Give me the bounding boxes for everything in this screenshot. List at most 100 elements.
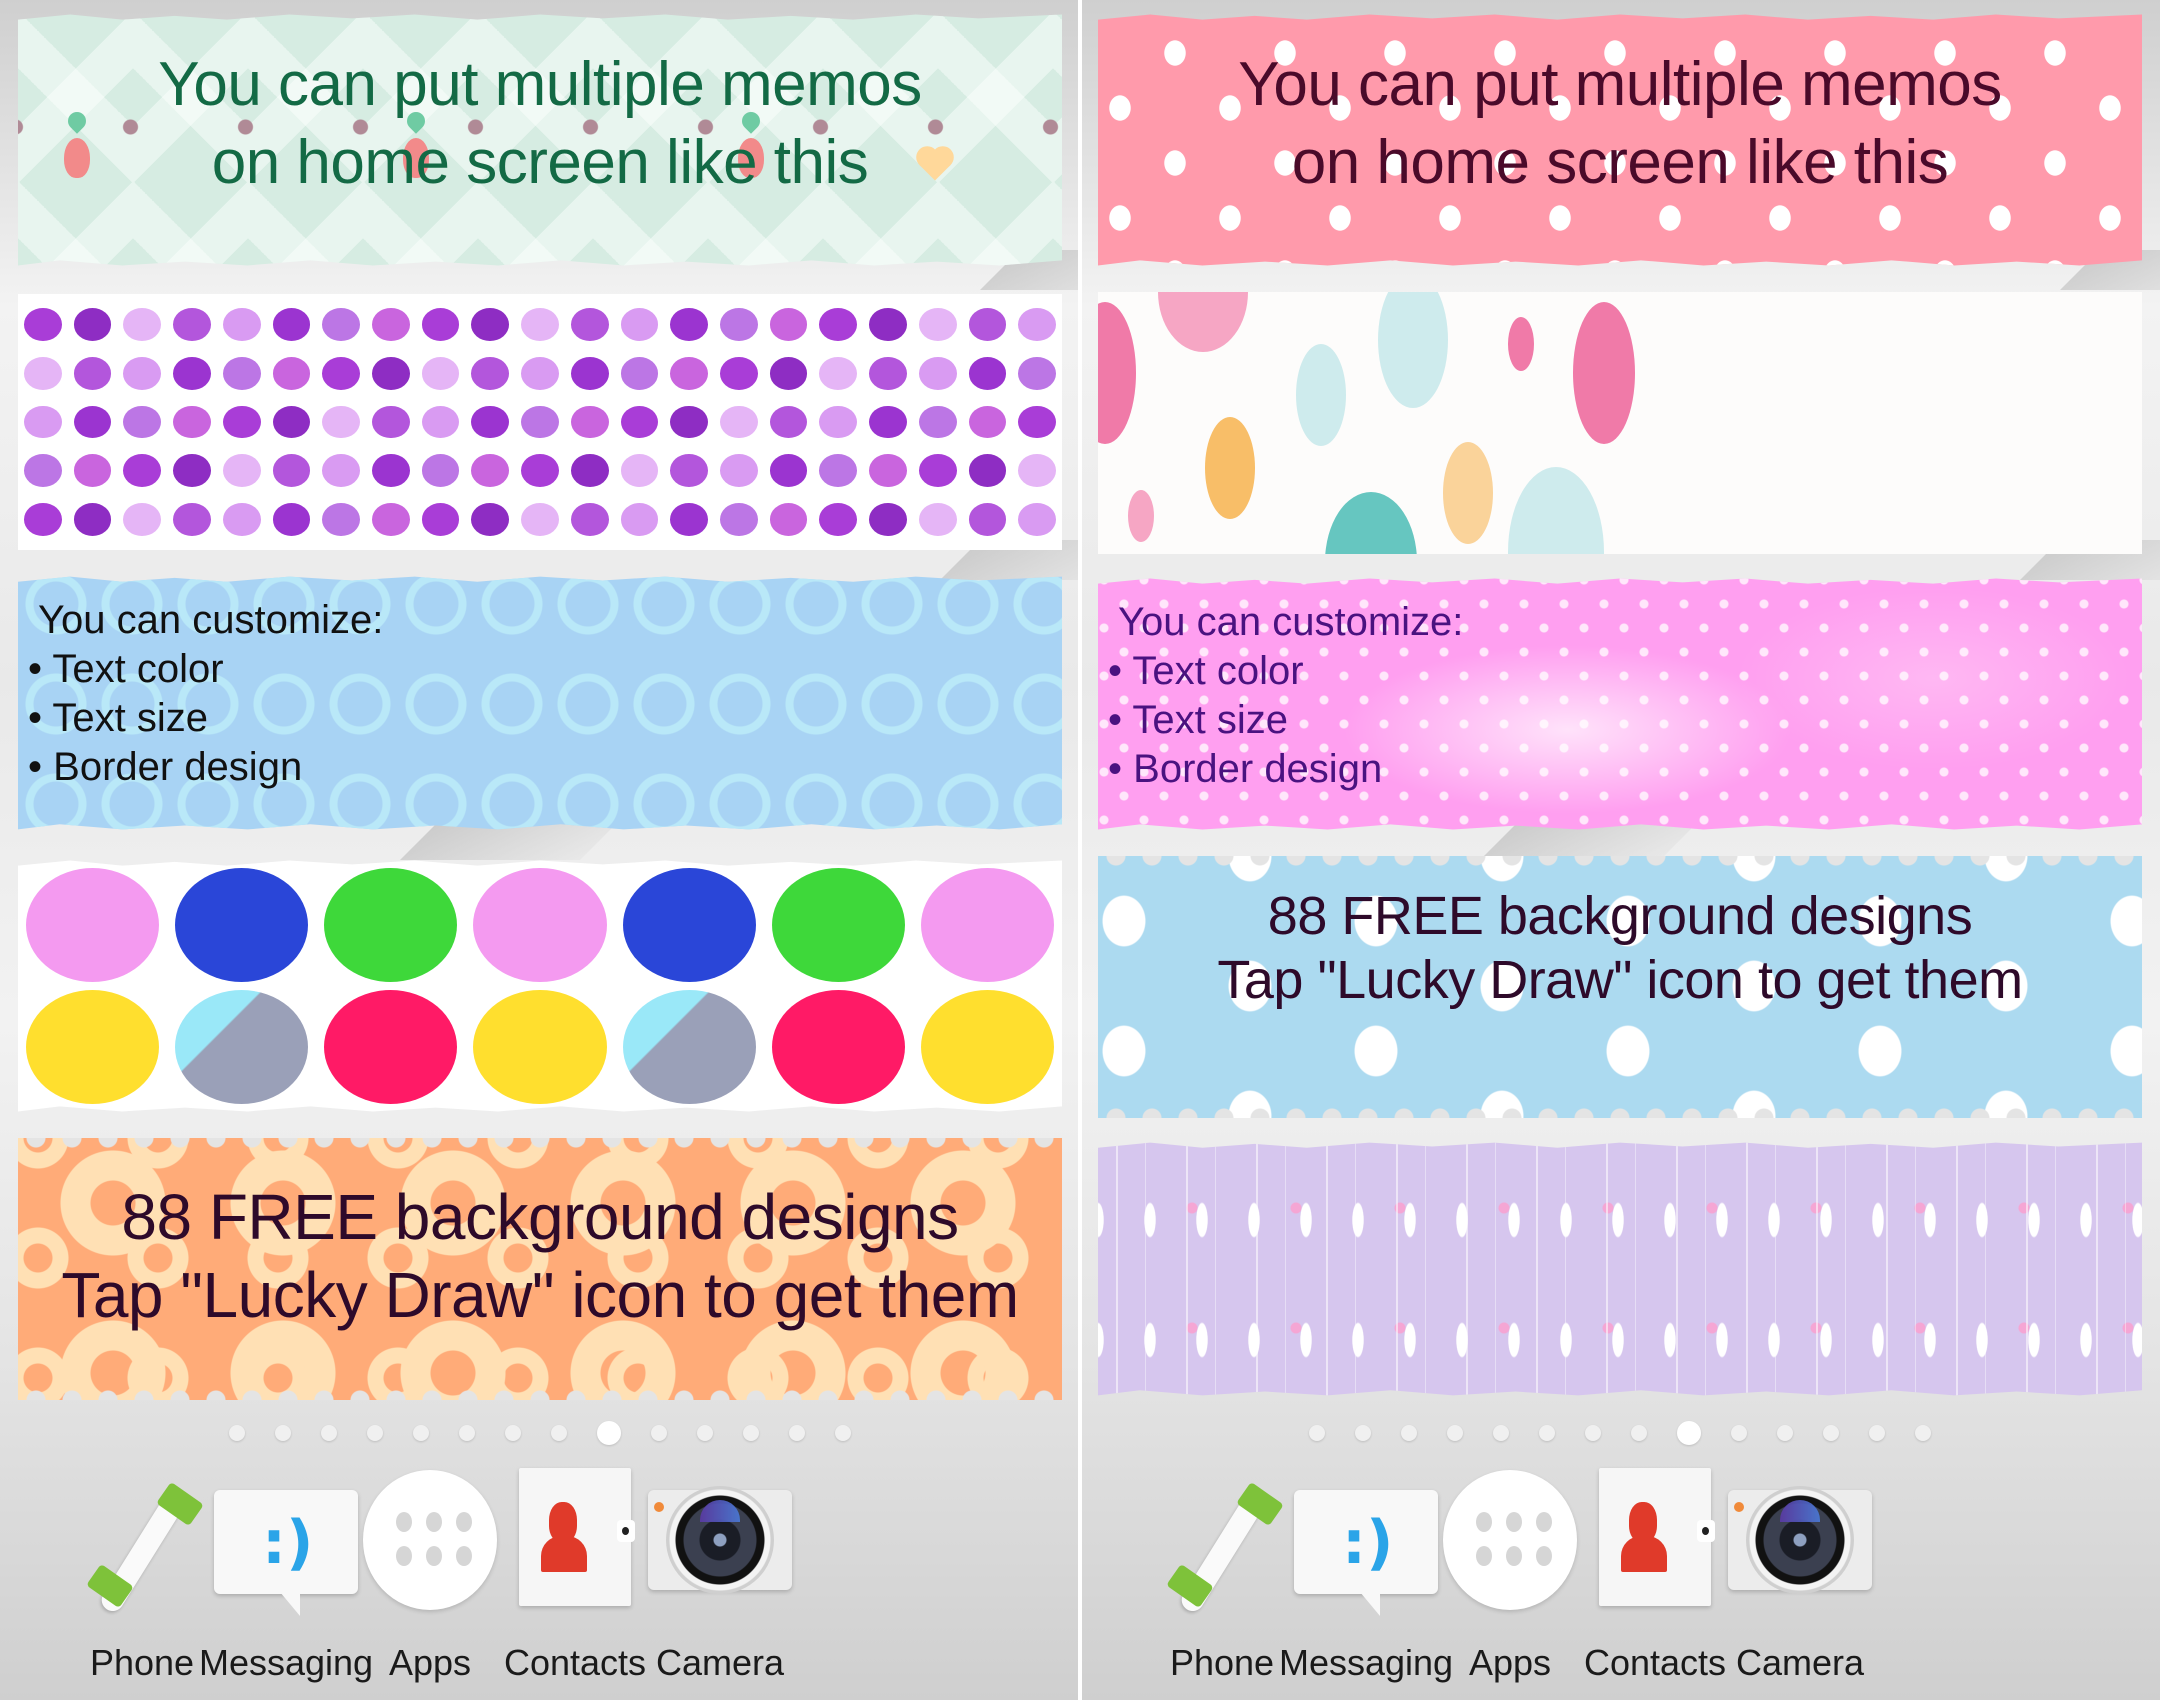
memo-line: 88 FREE background designs	[1267, 886, 1973, 946]
memo-background-watercolor	[18, 860, 1062, 1112]
memo-widget-4[interactable]: 88 FREE background designs Tap "Lucky Dr…	[1098, 856, 2142, 1118]
page-dot[interactable]	[321, 1425, 337, 1441]
watercolor-dot	[769, 356, 808, 390]
watercolor-dot	[968, 405, 1007, 439]
page-dot[interactable]	[1777, 1425, 1793, 1441]
apps-grid-icon	[1443, 1470, 1577, 1610]
memo-widget-5[interactable]	[1098, 1142, 2142, 1396]
memo-widget-4[interactable]	[18, 860, 1062, 1112]
watercolor-dot	[421, 454, 460, 488]
memo-widget-1[interactable]: You can put multiple memos on home scree…	[1098, 14, 2142, 266]
page-dot[interactable]	[789, 1425, 805, 1441]
dock-app-camera[interactable]: Camera	[1710, 1470, 1890, 1690]
memo-widget-2[interactable]	[1098, 292, 2142, 554]
watercolor-dot	[73, 454, 112, 488]
watercolor-dot	[918, 454, 957, 488]
watercolor-dot	[222, 503, 261, 536]
page-dot[interactable]	[1585, 1425, 1601, 1441]
page-dot-active[interactable]	[597, 1421, 621, 1445]
watercolor-dot	[670, 356, 708, 390]
page-dot[interactable]	[413, 1425, 429, 1441]
purple-dot-pattern	[18, 294, 1062, 550]
page-dot[interactable]	[229, 1425, 245, 1441]
page-dot[interactable]	[1355, 1425, 1371, 1441]
watercolor-dot	[123, 503, 162, 536]
page-dot[interactable]	[1915, 1425, 1931, 1441]
watercolor-circle	[622, 990, 756, 1104]
page-dot[interactable]	[551, 1425, 567, 1441]
watercolor-dot	[222, 308, 261, 341]
contacts-icon	[1599, 1468, 1715, 1606]
page-dot[interactable]	[835, 1425, 851, 1441]
home-screen-left: You can put multiple memos on home scree…	[0, 0, 1080, 1700]
page-dot[interactable]	[459, 1425, 475, 1441]
watercolor-dot	[421, 405, 460, 439]
page-dot[interactable]	[505, 1425, 521, 1441]
watercolor-dot	[819, 308, 858, 341]
dot	[1205, 417, 1255, 519]
memo-widget-5[interactable]: 88 FREE background designs Tap "Lucky Dr…	[18, 1138, 1062, 1400]
watercolor-dot	[372, 308, 410, 341]
watercolor-dot	[570, 454, 609, 488]
page-dot[interactable]	[651, 1425, 667, 1441]
memo-widget-2[interactable]	[18, 294, 1062, 550]
dot	[1098, 302, 1136, 444]
bullet: •	[28, 696, 43, 740]
watercolor-dot	[372, 405, 410, 439]
page-dot[interactable]	[1309, 1425, 1325, 1441]
scalloped-edge	[18, 1138, 1062, 1152]
watercolor-dot	[869, 405, 907, 439]
watercolor-dot	[222, 356, 261, 390]
page-indicator[interactable]	[0, 1421, 1080, 1445]
watercolor-dot	[372, 454, 410, 488]
watercolor-dot	[471, 356, 510, 390]
dot	[1508, 467, 1604, 554]
watercolor-circle	[324, 990, 458, 1104]
watercolor-circle	[473, 990, 607, 1104]
phone-icon	[1166, 1480, 1284, 1616]
watercolor-dot	[521, 454, 559, 488]
watercolor-dot	[918, 503, 957, 536]
watercolor-dot	[123, 308, 162, 341]
watercolor-dot	[819, 405, 858, 439]
memo-widget-3[interactable]: You can customize: • Text color • Text s…	[18, 576, 1062, 830]
item-text: Border design	[1133, 747, 1383, 791]
watercolor-dot	[670, 454, 708, 488]
memo-line: on home screen like this	[1291, 128, 1949, 197]
contacts-icon	[519, 1468, 635, 1606]
memo-text: 88 FREE background designs Tap "Lucky Dr…	[18, 1178, 1062, 1334]
watercolor-dot	[918, 356, 957, 390]
watercolor-circle	[324, 868, 458, 982]
page-dot-active[interactable]	[1677, 1421, 1701, 1445]
page-indicator[interactable]	[1080, 1421, 2160, 1445]
memo-background-big-dots	[1098, 292, 2142, 554]
memo-widget-1[interactable]: You can put multiple memos on home scree…	[18, 14, 1062, 266]
watercolor-dot	[73, 356, 112, 390]
page-dot[interactable]	[1731, 1425, 1747, 1441]
memo-line: You can put multiple memos	[1238, 50, 2002, 119]
watercolor-dot	[272, 503, 311, 536]
dock-app-camera[interactable]: Camera	[630, 1470, 810, 1690]
page-dot[interactable]	[1869, 1425, 1885, 1441]
memo-background-purple-dots	[18, 294, 1062, 550]
page-dot[interactable]	[1401, 1425, 1417, 1441]
page-dot[interactable]	[1823, 1425, 1839, 1441]
memo-list-item: • Text size	[1108, 696, 2142, 745]
watercolor-dot	[670, 503, 708, 536]
phone-icon	[86, 1480, 204, 1616]
page-dot[interactable]	[1631, 1425, 1647, 1441]
page-dot[interactable]	[1493, 1425, 1509, 1441]
watercolor-dot	[222, 454, 261, 488]
watercolor-circle	[920, 868, 1054, 982]
page-dot[interactable]	[1447, 1425, 1463, 1441]
memo-widget-3[interactable]: You can customize: • Text color • Text s…	[1098, 578, 2142, 830]
item-text: Border design	[53, 745, 303, 789]
page-dot[interactable]	[697, 1425, 713, 1441]
page-dot[interactable]	[1539, 1425, 1555, 1441]
watercolor-dot	[720, 308, 758, 341]
page-dot[interactable]	[743, 1425, 759, 1441]
page-dot[interactable]	[275, 1425, 291, 1441]
watercolor-dot	[471, 454, 510, 488]
page-dot[interactable]	[367, 1425, 383, 1441]
watercolor-dot	[123, 356, 162, 390]
